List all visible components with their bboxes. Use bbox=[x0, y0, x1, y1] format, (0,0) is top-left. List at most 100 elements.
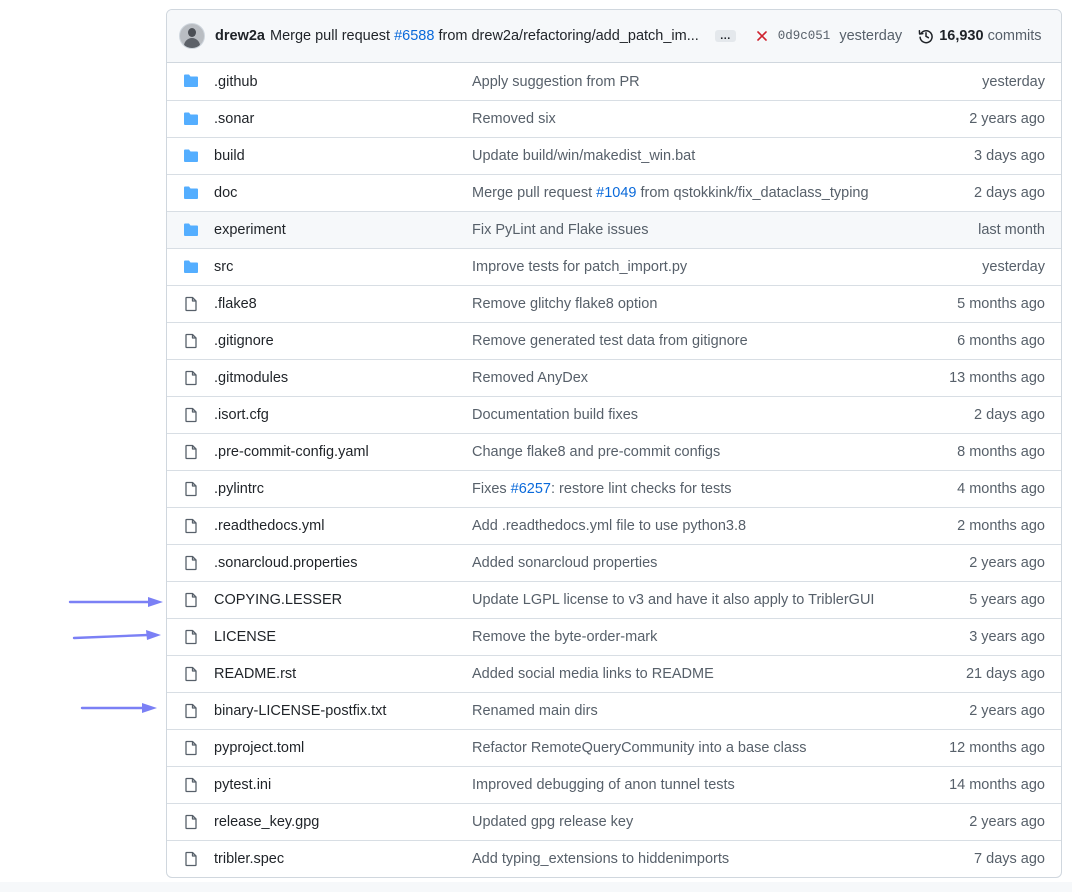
file-name-link[interactable]: COPYING.LESSER bbox=[214, 592, 342, 608]
commit-message-link[interactable]: Update LGPL license to v3 and have it al… bbox=[472, 592, 874, 608]
commit-message-link[interactable]: Add .readthedocs.yml file to use python3… bbox=[472, 518, 746, 534]
commit-message-link[interactable]: Added social media links to README bbox=[472, 666, 714, 682]
file-name-link[interactable]: pyproject.toml bbox=[214, 740, 304, 756]
file-name-link[interactable]: .sonar bbox=[214, 111, 254, 127]
file-name-link[interactable]: .flake8 bbox=[214, 296, 257, 312]
file-row[interactable]: doc Merge pull request #1049 from qstokki… bbox=[167, 174, 1061, 211]
file-name-link[interactable]: LICENSE bbox=[214, 629, 276, 645]
file-name-link[interactable]: .gitmodules bbox=[214, 370, 288, 386]
commit-message-link[interactable]: Documentation build fixes bbox=[472, 407, 638, 423]
file-row[interactable]: .isort.cfg Documentation build fixes 2 day… bbox=[167, 396, 1061, 433]
commit-message-link[interactable]: Fixes #6257: restore lint checks for tes… bbox=[472, 481, 732, 497]
file-row[interactable]: pytest.ini Improved debugging of anon tun… bbox=[167, 766, 1061, 803]
file-row[interactable]: src Improve tests for patch_import.py yest… bbox=[167, 248, 1061, 285]
commit-message-link[interactable]: Improved debugging of anon tunnel tests bbox=[472, 777, 735, 793]
file-icon bbox=[183, 666, 199, 682]
file-row[interactable]: experiment Fix PyLint and Flake issues las… bbox=[167, 211, 1061, 248]
commit-message-link[interactable]: Renamed main dirs bbox=[472, 703, 598, 719]
annotation-arrow bbox=[80, 703, 157, 713]
file-row[interactable]: .sonarcloud.properties Added sonarcloud p… bbox=[167, 544, 1061, 581]
commit-count-link[interactable]: 16,930 commits bbox=[939, 28, 1041, 44]
file-row[interactable]: .readthedocs.yml Add .readthedocs.yml fil… bbox=[167, 507, 1061, 544]
file-row[interactable]: .flake8 Remove glitchy flake8 option 5 mon… bbox=[167, 285, 1061, 322]
file-icon bbox=[183, 629, 199, 645]
file-name-link[interactable]: .gitignore bbox=[214, 333, 274, 349]
commit-age: 8 months ago bbox=[957, 444, 1045, 460]
file-name-link[interactable]: .pylintrc bbox=[214, 481, 264, 497]
commit-message-link[interactable]: Removed AnyDex bbox=[472, 370, 588, 386]
file-icon bbox=[183, 851, 199, 867]
folder-icon bbox=[183, 185, 199, 201]
commit-message-link[interactable]: Updated gpg release key bbox=[472, 814, 633, 830]
file-name-link[interactable]: build bbox=[214, 148, 245, 164]
file-name-link[interactable]: .readthedocs.yml bbox=[214, 518, 324, 534]
file-icon bbox=[183, 592, 199, 608]
file-name-link[interactable]: doc bbox=[214, 185, 237, 201]
file-row[interactable]: build Update build/win/makedist_win.bat 3 … bbox=[167, 137, 1061, 174]
file-name-link[interactable]: release_key.gpg bbox=[214, 814, 319, 830]
commit-message-link[interactable]: Added sonarcloud properties bbox=[472, 555, 657, 571]
commit-age: 14 months ago bbox=[949, 777, 1045, 793]
file-row[interactable]: pyproject.toml Refactor RemoteQueryCommun… bbox=[167, 729, 1061, 766]
folder-icon bbox=[183, 73, 199, 89]
file-name-link[interactable]: .github bbox=[214, 74, 258, 90]
file-browser: drew2a Merge pull request #6588 from dre… bbox=[166, 9, 1062, 878]
pr-link[interactable]: #6588 bbox=[394, 28, 434, 44]
commit-sha[interactable]: 0d9c051 bbox=[778, 29, 831, 43]
commit-age: 2 days ago bbox=[974, 407, 1045, 423]
latest-commit-bar: drew2a Merge pull request #6588 from dre… bbox=[167, 10, 1061, 63]
file-row[interactable]: release_key.gpg Updated gpg release key 2 … bbox=[167, 803, 1061, 840]
history-icon[interactable] bbox=[918, 28, 934, 44]
commit-age: 12 months ago bbox=[949, 740, 1045, 756]
folder-icon bbox=[183, 222, 199, 238]
file-icon bbox=[183, 444, 199, 460]
commit-message-link[interactable]: Apply suggestion from PR bbox=[472, 74, 640, 90]
file-name-link[interactable]: src bbox=[214, 259, 233, 275]
file-name-link[interactable]: experiment bbox=[214, 222, 286, 238]
file-row[interactable]: COPYING.LESSER Update LGPL license to v3 … bbox=[167, 581, 1061, 618]
commit-age: 3 years ago bbox=[969, 629, 1045, 645]
file-name-link[interactable]: .isort.cfg bbox=[214, 407, 269, 423]
commit-age: 5 months ago bbox=[957, 296, 1045, 312]
avatar[interactable] bbox=[179, 23, 205, 49]
commit-message-link[interactable]: Add typing_extensions to hiddenimports bbox=[472, 851, 729, 867]
commit-message-link[interactable]: Refactor RemoteQueryCommunity into a bas… bbox=[472, 740, 806, 756]
x-icon[interactable] bbox=[756, 30, 768, 42]
pr-link[interactable]: #6257 bbox=[511, 481, 551, 497]
commit-message-link[interactable]: Remove generated test data from gitignor… bbox=[472, 333, 748, 349]
commit-message-link[interactable]: Remove the byte-order-mark bbox=[472, 629, 657, 645]
file-row[interactable]: .gitignore Remove generated test data fro… bbox=[167, 322, 1061, 359]
file-name-link[interactable]: binary-LICENSE-postfix.txt bbox=[214, 703, 386, 719]
commit-age: yesterday bbox=[982, 73, 1045, 90]
commit-age: 7 days ago bbox=[974, 851, 1045, 867]
file-name-link[interactable]: tribler.spec bbox=[214, 851, 284, 867]
file-row[interactable]: binary-LICENSE-postfix.txt Renamed main d… bbox=[167, 692, 1061, 729]
commit-age: yesterday bbox=[982, 259, 1045, 275]
file-row[interactable]: .gitmodules Removed AnyDex 13 months ago bbox=[167, 359, 1061, 396]
file-icon bbox=[183, 333, 199, 349]
file-name-link[interactable]: .pre-commit-config.yaml bbox=[214, 444, 369, 460]
file-row[interactable]: .pre-commit-config.yaml Change flake8 and… bbox=[167, 433, 1061, 470]
file-icon bbox=[183, 407, 199, 423]
pr-link[interactable]: #1049 bbox=[596, 185, 636, 201]
commit-message[interactable]: Merge pull request #6588 from drew2a/ref… bbox=[270, 28, 699, 44]
commit-message-link[interactable]: Improve tests for patch_import.py bbox=[472, 259, 687, 275]
commit-message-link[interactable]: Update build/win/makedist_win.bat bbox=[472, 148, 695, 164]
commit-message-link[interactable]: Change flake8 and pre-commit configs bbox=[472, 444, 720, 460]
expand-commit-message-button[interactable]: … bbox=[714, 30, 736, 42]
commit-message-link[interactable]: Removed six bbox=[472, 111, 556, 127]
file-name-link[interactable]: .sonarcloud.properties bbox=[214, 555, 357, 571]
file-row[interactable]: README.rst Added social media links to RE… bbox=[167, 655, 1061, 692]
commit-message-link[interactable]: Remove glitchy flake8 option bbox=[472, 296, 657, 312]
commit-author[interactable]: drew2a bbox=[215, 28, 265, 44]
commit-age: 4 months ago bbox=[957, 481, 1045, 497]
file-row[interactable]: tribler.spec Add typing_extensions to hid… bbox=[167, 840, 1061, 877]
file-row[interactable]: .github Apply suggestion from PR yesterday bbox=[167, 63, 1061, 100]
file-row[interactable]: LICENSE Remove the byte-order-mark 3 years… bbox=[167, 618, 1061, 655]
file-name-link[interactable]: pytest.ini bbox=[214, 777, 271, 793]
file-row[interactable]: .pylintrc Fixes #6257: restore lint check… bbox=[167, 470, 1061, 507]
commit-message-link[interactable]: Merge pull request #1049 from qstokkink/… bbox=[472, 185, 869, 201]
file-row[interactable]: .sonar Removed six 2 years ago bbox=[167, 100, 1061, 137]
file-name-link[interactable]: README.rst bbox=[214, 666, 296, 682]
commit-message-link[interactable]: Fix PyLint and Flake issues bbox=[472, 222, 649, 238]
